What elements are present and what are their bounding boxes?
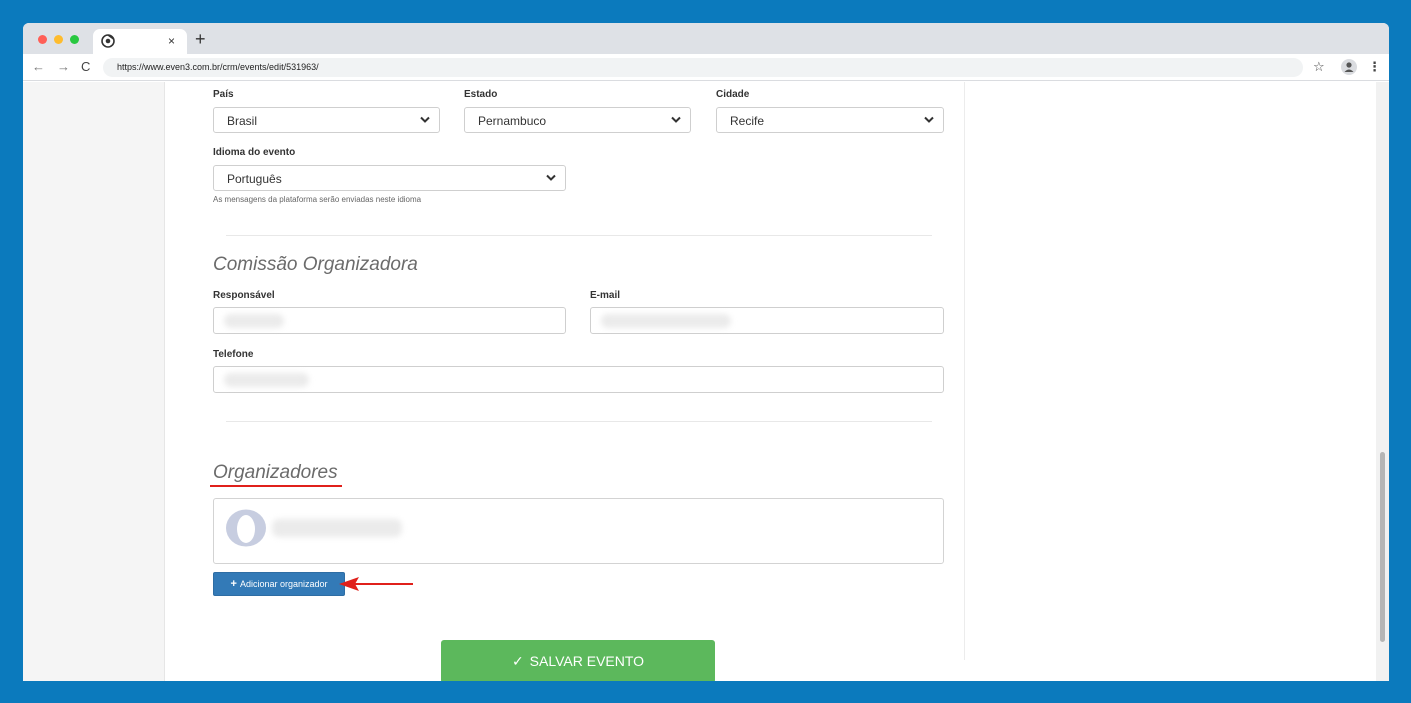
organizadores-title: Organizadores xyxy=(213,462,338,483)
close-window-button[interactable] xyxy=(38,35,47,44)
right-column-divider xyxy=(964,82,965,660)
email-input[interactable] xyxy=(590,307,944,334)
responsavel-label: Responsável xyxy=(213,290,275,301)
page-scrollbar[interactable] xyxy=(1376,82,1389,681)
save-event-button[interactable]: ✓ SALVAR EVENTO xyxy=(441,640,715,681)
close-tab-icon[interactable]: × xyxy=(168,33,175,49)
forward-arrow-icon[interactable]: → xyxy=(57,59,70,75)
left-sidebar xyxy=(23,82,165,681)
plus-icon: + xyxy=(230,578,237,590)
annotation-arrow-icon xyxy=(339,577,413,591)
estado-value: Pernambuco xyxy=(478,114,547,128)
user-avatar-icon xyxy=(226,509,266,547)
responsavel-input[interactable] xyxy=(213,307,566,334)
pais-select[interactable]: Brasil xyxy=(213,107,440,133)
reload-icon[interactable]: C xyxy=(81,59,90,75)
menu-kebab-icon[interactable]: ⋮ xyxy=(1368,59,1381,75)
scrollbar-thumb[interactable] xyxy=(1380,452,1385,642)
organizer-list xyxy=(213,498,944,564)
blurred-organizer-name xyxy=(272,519,402,537)
add-organizer-button[interactable]: + Adicionar organizador xyxy=(213,572,345,596)
estado-select[interactable]: Pernambuco xyxy=(464,107,691,133)
idioma-value: Português xyxy=(227,172,282,186)
idioma-label: Idioma do evento xyxy=(213,147,296,158)
check-icon: ✓ xyxy=(511,653,524,669)
cidade-value: Recife xyxy=(730,114,765,128)
pais-label: País xyxy=(213,89,234,100)
minimize-window-button[interactable] xyxy=(54,35,63,44)
telefone-label: Telefone xyxy=(213,349,254,360)
profile-avatar-icon[interactable] xyxy=(1341,59,1357,75)
estado-label: Estado xyxy=(464,89,498,100)
idioma-hint: As mensagens da plataforma serão enviada… xyxy=(213,195,422,204)
chevron-down-icon xyxy=(924,116,934,123)
add-organizer-label: Adicionar organizador xyxy=(239,579,328,589)
blurred-value xyxy=(224,373,309,387)
url-text: https://www.even3.com.br/crm/events/edit… xyxy=(117,62,319,72)
browser-window: × + ← → C https://www.even3.com.br/crm/e… xyxy=(23,23,1389,681)
chevron-down-icon xyxy=(546,174,556,181)
chevron-down-icon xyxy=(420,116,430,123)
bookmark-star-icon[interactable]: ☆ xyxy=(1313,59,1325,75)
chevron-down-icon xyxy=(671,116,681,123)
blurred-value xyxy=(601,314,731,328)
cidade-label: Cidade xyxy=(716,89,750,100)
comissao-title: Comissão Organizadora xyxy=(213,254,418,275)
idioma-select[interactable]: Português xyxy=(213,165,566,191)
pais-value: Brasil xyxy=(227,114,258,128)
back-arrow-icon[interactable]: ← xyxy=(32,59,45,75)
annotation-underline xyxy=(210,485,342,487)
telefone-input[interactable] xyxy=(213,366,944,393)
cidade-select[interactable]: Recife xyxy=(716,107,944,133)
browser-tab[interactable]: × xyxy=(93,29,187,54)
browser-toolbar: ← → C https://www.even3.com.br/crm/event… xyxy=(23,54,1389,81)
chrome-icon xyxy=(101,34,115,48)
section-divider xyxy=(226,235,932,236)
address-bar[interactable]: https://www.even3.com.br/crm/events/edit… xyxy=(103,58,1303,77)
maximize-window-button[interactable] xyxy=(70,35,79,44)
save-event-label: SALVAR EVENTO xyxy=(529,653,645,669)
new-tab-button[interactable]: + xyxy=(195,30,206,48)
email-label: E-mail xyxy=(590,290,621,301)
blurred-value xyxy=(224,314,284,328)
tab-bar: × + xyxy=(23,23,1389,54)
page-content: País Brasil Estado Pernambuco Cidade Rec… xyxy=(23,82,1389,681)
section-divider xyxy=(226,421,932,422)
